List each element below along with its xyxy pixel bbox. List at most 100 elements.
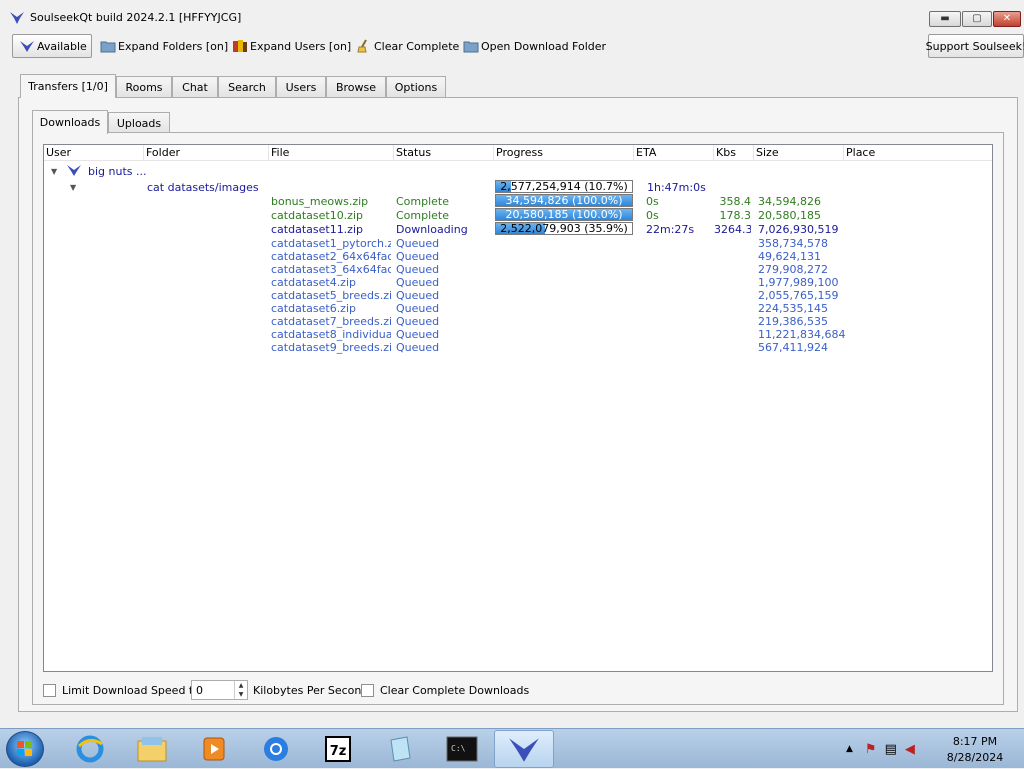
expand-users-button[interactable]: Expand Users [on] — [232, 34, 351, 58]
user-name[interactable]: big nuts ... — [88, 165, 147, 178]
network-icon[interactable]: ▤ — [885, 742, 897, 757]
taskbar-7zip[interactable]: 7z — [308, 730, 368, 768]
file-name[interactable]: catdataset11.zip — [271, 223, 391, 236]
taskbar-internet-explorer[interactable] — [60, 730, 120, 768]
file-status: Queued — [396, 328, 440, 341]
file-size: 49,624,131 — [758, 250, 821, 263]
file-name[interactable]: catdataset1_pytorch.zip — [271, 237, 391, 250]
taskbar-media-player[interactable] — [184, 730, 244, 768]
file-name[interactable]: catdataset7_breeds.zip — [271, 315, 391, 328]
tab-transfers[interactable]: Transfers [1/0] — [20, 74, 116, 98]
taskbar-command-prompt[interactable]: C:\ — [432, 730, 492, 768]
users-icon — [233, 40, 247, 52]
file-kbs: 3264.3 — [714, 223, 751, 236]
limit-speed-checkbox[interactable]: Limit Download Speed to — [43, 680, 200, 700]
checkbox-box[interactable] — [361, 683, 374, 697]
clock-date: 8/28/2024 — [946, 751, 1004, 764]
soulseek-bird-icon — [67, 165, 81, 176]
action-center-icon[interactable]: ⚑ — [865, 742, 877, 757]
file-eta: 0s — [646, 209, 659, 222]
file-status: Queued — [396, 315, 440, 328]
support-soulseek-button[interactable]: Support Soulseek! — [925, 34, 1024, 58]
column-folder[interactable]: Folder — [144, 145, 269, 161]
tab-rooms[interactable]: Rooms — [116, 76, 172, 98]
expand-arrow-icon[interactable]: ▼ — [51, 167, 57, 176]
tab-chat[interactable]: Chat — [172, 76, 218, 98]
soulseek-bird-icon — [10, 12, 24, 24]
show-hidden-icons-icon[interactable]: ▲ — [846, 744, 853, 754]
file-progress-text: 2,522,079,903 (35.9%) — [500, 222, 628, 235]
open-download-folder-button[interactable]: Open Download Folder — [463, 34, 606, 58]
tab-downloads[interactable]: Downloads — [32, 110, 108, 134]
column-progress[interactable]: Progress — [494, 145, 634, 161]
file-eta: 22m:27s — [646, 223, 695, 236]
file-name[interactable]: catdataset6.zip — [271, 302, 391, 315]
media-player-icon — [203, 737, 225, 761]
windows-logo-icon — [17, 741, 32, 756]
taskbar: 7z C:\ ▲ ⚑ ▤ ◀ 8:17 PM 8/28/2024 — [0, 728, 1024, 768]
volume-icon[interactable]: ◀ — [905, 742, 915, 757]
minimize-button[interactable]: ▬ — [929, 11, 961, 27]
expand-arrow-icon[interactable]: ▼ — [70, 183, 76, 192]
folder-icon — [463, 41, 479, 53]
downloads-table[interactable]: User Folder File Status Progress ETA Kbs… — [43, 144, 993, 672]
stepper-up-icon[interactable]: ▲ — [234, 681, 247, 690]
start-button[interactable] — [6, 731, 44, 767]
stepper-down-icon[interactable]: ▼ — [234, 690, 247, 699]
svg-text:C:\: C:\ — [451, 744, 466, 753]
notepad-icon — [390, 736, 411, 762]
expand-folders-button[interactable]: Expand Folders [on] — [100, 34, 228, 58]
file-name[interactable]: catdataset5_breeds.zip — [271, 289, 391, 302]
tab-search[interactable]: Search — [218, 76, 276, 98]
file-progress-text: 20,580,185 (100.0%) — [505, 208, 623, 221]
maximize-icon: ▢ — [972, 13, 982, 24]
clear-complete-button[interactable]: Clear Complete — [356, 34, 459, 58]
svg-text:7z: 7z — [330, 744, 347, 759]
tab-downloads-label: Downloads — [39, 116, 101, 129]
tab-users[interactable]: Users — [276, 76, 326, 98]
taskbar-file-explorer[interactable] — [122, 730, 182, 768]
column-file[interactable]: File — [269, 145, 394, 161]
close-button[interactable]: ✕ — [993, 11, 1021, 27]
tab-options[interactable]: Options — [386, 76, 446, 98]
file-size: 1,977,989,100 — [758, 276, 839, 289]
column-place[interactable]: Place — [844, 145, 992, 161]
tab-browse[interactable]: Browse — [326, 76, 386, 98]
maximize-button[interactable]: ▢ — [962, 11, 992, 27]
kilobytes-per-second-label: Kilobytes Per Second — [253, 683, 369, 697]
file-name[interactable]: catdataset2_64x64fac... — [271, 250, 391, 263]
available-button[interactable]: Available — [12, 34, 92, 58]
column-status[interactable]: Status — [394, 145, 494, 161]
file-name[interactable]: catdataset3_64x64fac... — [271, 263, 391, 276]
file-eta: 0s — [646, 195, 659, 208]
column-eta[interactable]: ETA — [634, 145, 714, 161]
file-size: 219,386,535 — [758, 315, 828, 328]
clock-time: 8:17 PM — [952, 735, 998, 748]
file-name[interactable]: bonus_meows.zip — [271, 195, 391, 208]
file-name[interactable]: catdataset4.zip — [271, 276, 391, 289]
file-name[interactable]: catdataset8_individual... — [271, 328, 391, 341]
column-kbs[interactable]: Kbs — [714, 145, 754, 161]
support-soulseek-label: Support Soulseek! — [925, 39, 1024, 53]
file-name[interactable]: catdataset10.zip — [271, 209, 391, 222]
clear-complete-downloads-checkbox[interactable]: Clear Complete Downloads — [361, 680, 529, 700]
checkbox-box[interactable] — [43, 683, 56, 697]
taskbar-notepad[interactable] — [370, 730, 430, 768]
clock[interactable]: 8:17 PM 8/28/2024 — [940, 734, 1010, 766]
speed-limit-stepper[interactable]: 0 ▲ ▼ — [191, 680, 248, 700]
column-size[interactable]: Size — [754, 145, 844, 161]
taskbar-chrome[interactable] — [246, 730, 306, 768]
column-user[interactable]: User — [44, 145, 144, 161]
file-name[interactable]: catdataset9_breeds.zip — [271, 341, 391, 354]
file-kbs: 358.4 — [719, 195, 752, 208]
internet-explorer-icon — [76, 735, 104, 763]
folder-name[interactable]: cat datasets/images — [147, 181, 259, 194]
open-download-folder-label: Open Download Folder — [481, 39, 607, 53]
close-icon: ✕ — [1002, 13, 1012, 24]
tab-uploads[interactable]: Uploads — [108, 112, 170, 134]
soulseek-bird-icon — [509, 738, 539, 762]
file-size: 11,221,834,684 — [758, 328, 846, 341]
taskbar-soulseek[interactable] — [494, 730, 554, 768]
system-tray: ▲ ⚑ ▤ ◀ — [846, 729, 915, 769]
file-status: Queued — [396, 341, 440, 354]
